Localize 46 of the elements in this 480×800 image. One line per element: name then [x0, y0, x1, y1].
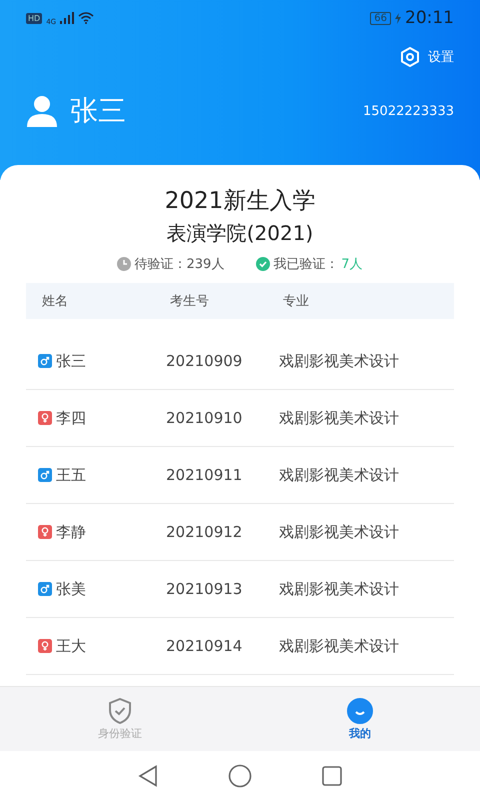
- clock: 20:11: [405, 8, 454, 28]
- hd-badge: HD: [26, 12, 42, 24]
- major: 戏剧影视美术设计: [279, 580, 400, 598]
- home-icon[interactable]: [228, 764, 252, 788]
- student-name: 张美: [56, 580, 86, 598]
- back-icon[interactable]: [138, 765, 158, 787]
- tab[interactable]: 我的: [240, 687, 480, 751]
- smile-icon: [347, 698, 373, 724]
- tab[interactable]: 身份验证: [0, 687, 240, 751]
- check-icon: [256, 257, 270, 271]
- pending-count: 待验证：239人: [134, 256, 224, 273]
- column-header: 专业: [283, 293, 310, 310]
- column-header: 姓名: [42, 293, 69, 310]
- student-number: 20210911: [166, 466, 244, 484]
- recents-icon[interactable]: [322, 766, 342, 786]
- verified-count: 7人: [341, 256, 363, 273]
- student-number: 20210912: [166, 523, 244, 541]
- verified-label: 我已验证：: [273, 256, 338, 273]
- major: 戏剧影视美术设计: [279, 352, 400, 370]
- student-name: 王大: [56, 636, 86, 656]
- student-name: 李四: [56, 408, 86, 428]
- wifi-icon: [78, 12, 94, 24]
- phone-number: 15022223333: [363, 104, 454, 118]
- student-name: 张三: [56, 352, 86, 370]
- page-title: 2021新生入学: [164, 187, 316, 216]
- student-number: 20210909: [166, 352, 244, 370]
- major: 戏剧影视美术设计: [279, 636, 400, 656]
- major: 戏剧影视美术设计: [279, 408, 400, 428]
- column-header: 考生号: [170, 293, 210, 310]
- student-name: 王五: [56, 466, 86, 484]
- charging-icon: [395, 12, 401, 24]
- college-title: 表演学院(2021): [166, 220, 314, 247]
- settings-icon[interactable]: [400, 47, 420, 67]
- student-number: 20210910: [166, 409, 244, 427]
- clock-icon: [117, 257, 132, 271]
- settings-label[interactable]: 设置: [428, 48, 454, 66]
- user-name: 张三: [70, 93, 126, 129]
- student-number: 20210914: [166, 637, 244, 655]
- student-number: 20210913: [166, 580, 244, 598]
- user-icon: [26, 95, 58, 127]
- signal-icon: [60, 12, 74, 24]
- shield-icon: [108, 698, 132, 724]
- battery-level: 66: [370, 12, 391, 24]
- major: 戏剧影视美术设计: [279, 522, 400, 542]
- major: 戏剧影视美术设计: [279, 466, 400, 484]
- student-name: 李静: [56, 522, 86, 542]
